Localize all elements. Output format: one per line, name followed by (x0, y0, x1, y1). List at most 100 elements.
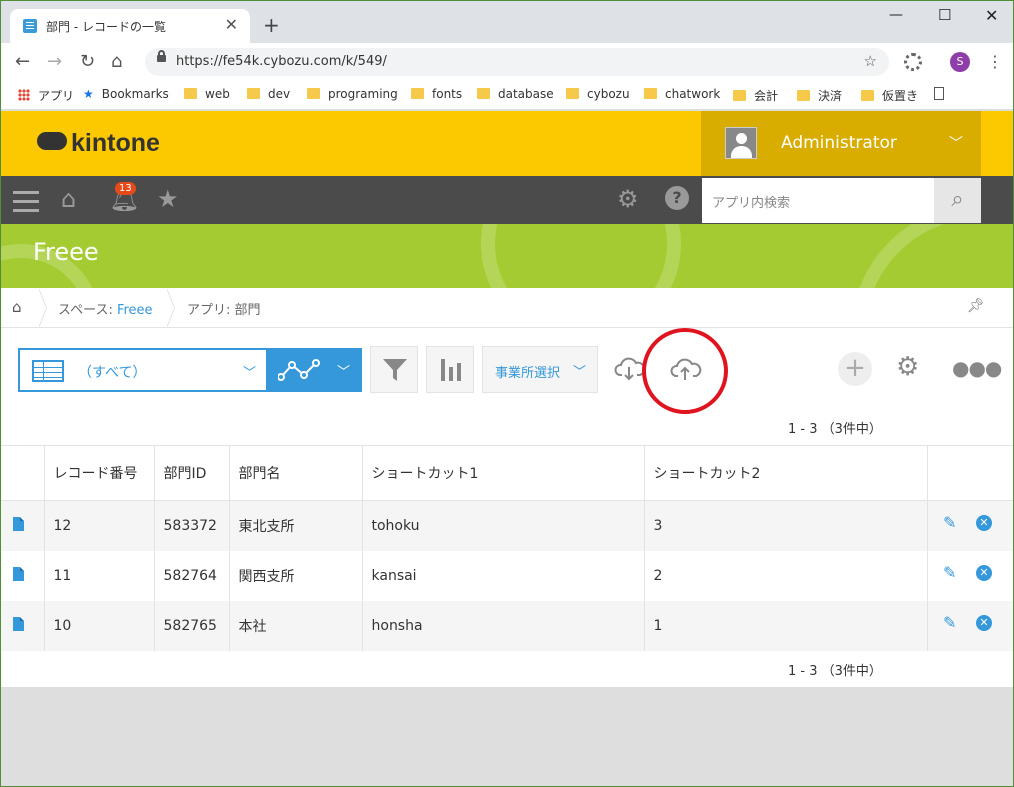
home-icon[interactable]: ⌂ (111, 51, 122, 72)
pin-icon[interactable]: 📌︎ (967, 298, 985, 314)
reload-icon[interactable]: ↻ (80, 51, 95, 72)
new-tab-icon[interactable]: + (263, 13, 280, 37)
folder-icon (477, 88, 490, 99)
bookmark-cybozu[interactable]: cybozu (566, 87, 630, 101)
folder-icon (247, 88, 260, 99)
bookmark-chatwork[interactable]: chatwork (644, 87, 720, 101)
record-detail-icon[interactable] (13, 566, 24, 581)
bookmark-programing[interactable]: programing (307, 87, 398, 101)
record-number: 11 (43, 550, 154, 601)
tab-title: 部門 - レコードの一覧 (46, 20, 166, 34)
folder-icon (797, 90, 810, 101)
bookmark-star-icon[interactable]: ☆ (864, 52, 877, 70)
table-row[interactable]: 12 583372 東北支所 tohoku 3 (1, 500, 1013, 551)
department-id: 583372 (153, 500, 229, 551)
bookmark-fonts[interactable]: fonts (411, 87, 462, 101)
department-name: 本社 (228, 600, 362, 651)
global-nav: ⌂ 🔔︎ 13 ★ ⚙ ? アプリ内検索 ⌕ (1, 176, 1013, 224)
row-actions (926, 500, 1013, 551)
record-number: 12 (43, 500, 154, 551)
browser-tab[interactable]: 部門 - レコードの一覧 ✕ (10, 9, 250, 43)
folder-icon (644, 88, 657, 99)
record-detail-icon[interactable] (13, 616, 24, 631)
column-header[interactable]: ショートカット1 (361, 445, 644, 501)
pager-bottom: 1 - 3 （3件中） (788, 664, 882, 679)
notification-badge: 13 (115, 182, 136, 195)
delete-x-icon[interactable]: ✕ (976, 615, 992, 631)
help-icon[interactable]: ? (665, 186, 689, 210)
bookmark-database[interactable]: database (477, 87, 554, 101)
department-id: 582765 (153, 600, 229, 651)
table-row[interactable]: 11 582764 関西支所 kansai 2 (1, 550, 1013, 601)
kintone-logo[interactable]: kintone (37, 129, 160, 158)
search-icon[interactable]: ⌕ (934, 178, 981, 223)
view-selector[interactable]: （すべて） ﹀ (18, 348, 270, 392)
app-name: Freee (33, 238, 99, 266)
graph-selector[interactable]: ﹀ (270, 348, 362, 392)
table-row[interactable]: 10 582765 本社 honsha 1 (1, 600, 1013, 651)
record-number: 10 (43, 600, 154, 651)
edit-pencil-icon[interactable]: ✎ (943, 513, 956, 532)
graph-button[interactable] (426, 346, 474, 393)
column-header[interactable]: 部門名 (228, 445, 362, 501)
home-icon[interactable]: ⌂ (12, 298, 22, 316)
space-link[interactable]: Freee (117, 303, 153, 318)
row-actions (926, 550, 1013, 601)
url-field[interactable]: https://fe54k.cybozu.com/k/549/ ☆ (145, 48, 889, 76)
folder-icon (861, 90, 874, 101)
column-header-actions (926, 445, 1013, 501)
table-view-icon (32, 360, 64, 382)
bookmark-bookmarks[interactable]: ★ Bookmarks (83, 87, 169, 101)
gear-icon[interactable]: ⚙ (617, 185, 639, 213)
minimize-icon[interactable]: — (889, 7, 903, 23)
delete-x-icon[interactable]: ✕ (976, 515, 992, 531)
folder-icon (566, 88, 579, 99)
edit-pencil-icon[interactable]: ✎ (943, 563, 956, 582)
app-search-input[interactable]: アプリ内検索 (702, 178, 934, 223)
bookmark-page[interactable] (934, 87, 944, 101)
close-tab-icon[interactable]: ✕ (225, 15, 238, 34)
record-detail-icon[interactable] (13, 516, 24, 531)
maximize-icon[interactable]: ☐ (938, 6, 951, 24)
back-icon[interactable]: ← (15, 51, 30, 72)
forward-icon[interactable]: → (47, 51, 62, 72)
chevron-down-icon: ﹀ (949, 136, 963, 152)
kintone-header: kintone Administrator ﹀ (1, 111, 1013, 176)
shortcut-2: 1 (643, 600, 927, 651)
star-icon[interactable]: ★ (157, 185, 179, 213)
column-header[interactable]: レコード番号 (43, 445, 154, 501)
gear-icon[interactable]: ⚙ (896, 352, 919, 382)
profile-avatar[interactable]: S (950, 52, 970, 72)
bookmark-temp[interactable]: 仮置き (861, 87, 918, 104)
bookmark-web[interactable]: web (184, 87, 230, 101)
bookmark-dev[interactable]: dev (247, 87, 290, 101)
more-options-icon[interactable]: ●●● (952, 356, 1002, 380)
chevron-down-icon: ﹀ (242, 366, 256, 381)
user-menu[interactable]: Administrator ﹀ (701, 111, 981, 176)
pager-top: 1 - 3 （3件中） (788, 422, 882, 437)
bookmark-accounting[interactable]: 会計 (733, 87, 778, 104)
breadcrumb-space: スペース: Freee (58, 303, 153, 318)
home-icon[interactable]: ⌂ (61, 185, 76, 213)
office-select[interactable]: 事業所選択 ﹀ (482, 346, 598, 393)
extension-icon[interactable] (904, 53, 922, 71)
breadcrumb-separator (38, 288, 47, 328)
user-avatar (725, 127, 757, 159)
banner-decoration (481, 224, 681, 288)
chevron-down-icon: ﹀ (573, 365, 587, 380)
hamburger-menu-icon[interactable] (13, 191, 39, 194)
highlight-circle (642, 328, 728, 414)
close-window-icon[interactable]: ✕ (985, 6, 998, 25)
filter-button[interactable] (370, 346, 418, 393)
edit-pencil-icon[interactable]: ✎ (943, 613, 956, 632)
column-header[interactable]: 部門ID (153, 445, 229, 501)
menu-icon[interactable]: ⋮ (987, 52, 1003, 71)
bookmark-payment[interactable]: 決済 (797, 87, 842, 104)
add-record-button[interactable]: + (838, 352, 872, 386)
department-id: 582764 (153, 550, 229, 601)
url-text: https://fe54k.cybozu.com/k/549/ (176, 54, 387, 69)
bookmark-apps[interactable]: アプリ (18, 87, 74, 104)
column-header[interactable]: ショートカット2 (643, 445, 927, 501)
table-header-row: レコード番号 部門ID 部門名 ショートカット1 ショートカット2 (1, 445, 1013, 501)
delete-x-icon[interactable]: ✕ (976, 565, 992, 581)
